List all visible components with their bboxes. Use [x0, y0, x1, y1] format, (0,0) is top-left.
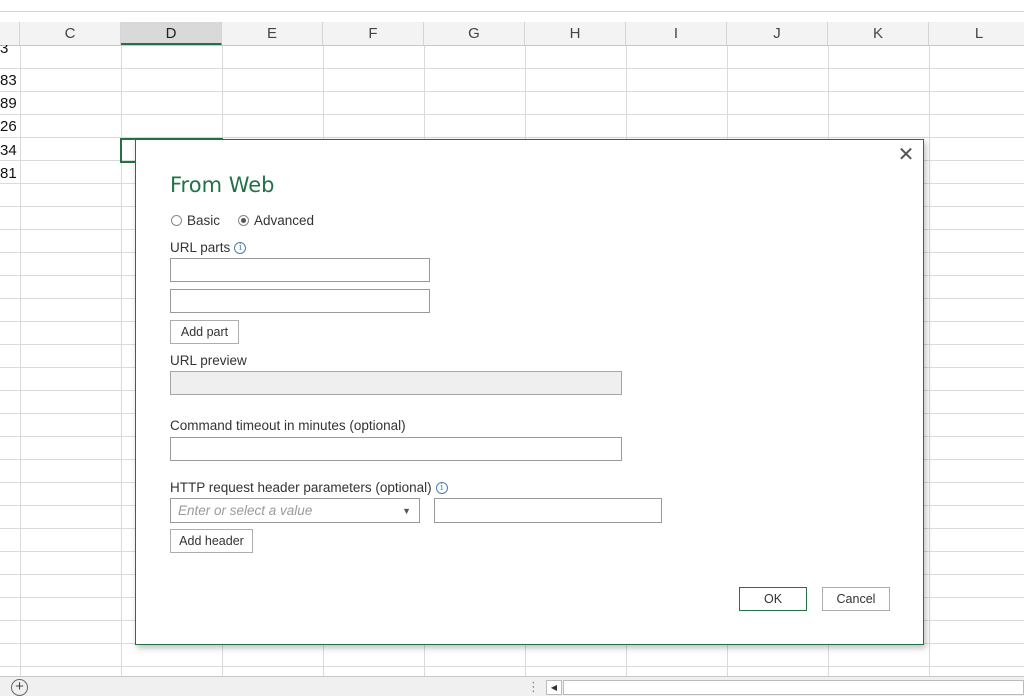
timeout-input[interactable] [170, 437, 622, 461]
cell-value: 26 [0, 118, 17, 135]
cell-value: 83 [0, 72, 17, 89]
radio-basic-indicator[interactable] [171, 214, 182, 226]
radio-advanced-indicator[interactable] [238, 214, 249, 226]
column-header-i[interactable]: I [626, 22, 727, 45]
radio-basic[interactable]: Basic [171, 211, 220, 229]
grid-line [0, 666, 1024, 667]
column-header-e[interactable]: E [222, 22, 323, 45]
add-header-button[interactable]: Add header [170, 529, 253, 553]
info-icon[interactable]: i [234, 242, 247, 255]
plus-circle-icon[interactable]: + [11, 679, 28, 696]
column-header-f[interactable]: F [323, 22, 424, 45]
radio-advanced[interactable]: Advanced [238, 211, 314, 229]
dialog-title: From Web [170, 173, 275, 197]
url-parts-label-row: URL parts i [170, 240, 247, 255]
add-part-button[interactable]: Add part [170, 320, 239, 344]
cell-value: 3 [0, 45, 9, 55]
column-header-row: C D E F G H I J K L [0, 22, 1024, 46]
grid-line [0, 114, 1024, 115]
column-header-d[interactable]: D [121, 22, 222, 45]
radio-advanced-label: Advanced [254, 212, 315, 228]
url-part-2-input[interactable] [170, 289, 430, 313]
cell-value: 81 [0, 165, 17, 182]
column-header-b-partial[interactable] [0, 22, 20, 45]
column-header-l[interactable]: L [929, 22, 1024, 45]
close-icon[interactable]: ✕ [896, 145, 916, 165]
grid-line [0, 68, 1024, 69]
info-icon[interactable]: i [435, 482, 448, 495]
horizontal-scrollbar[interactable] [563, 680, 1024, 695]
header-name-combobox[interactable]: Enter or select a value ▼ [170, 498, 420, 523]
ok-button[interactable]: OK [739, 587, 807, 611]
column-header-c[interactable]: C [20, 22, 121, 45]
ribbon-edge [0, 0, 1024, 12]
sheet-tab-bar: + ⋮ ◀ [0, 676, 1024, 696]
column-header-k[interactable]: K [828, 22, 929, 45]
grid-line [0, 91, 1024, 92]
splitter-grip-icon[interactable]: ⋮ [527, 679, 540, 695]
timeout-label: Command timeout in minutes (optional) [170, 418, 406, 433]
header-value-input[interactable] [434, 498, 662, 523]
column-header-h[interactable]: H [525, 22, 626, 45]
scroll-left-button[interactable]: ◀ [546, 680, 562, 695]
cell-value: 89 [0, 95, 17, 112]
url-preview-field [170, 371, 622, 395]
url-parts-label: URL parts [170, 240, 231, 255]
url-preview-label: URL preview [170, 353, 247, 368]
column-header-g[interactable]: G [424, 22, 525, 45]
chevron-down-icon[interactable]: ▼ [402, 503, 411, 519]
column-header-j[interactable]: J [727, 22, 828, 45]
grid-line [929, 46, 930, 676]
http-header-label-row: HTTP request header parameters (optional… [170, 480, 448, 495]
url-part-1-input[interactable] [170, 258, 430, 282]
from-web-dialog: ✕ From Web Basic Advanced URL parts i Add… [135, 139, 924, 645]
cancel-button[interactable]: Cancel [822, 587, 890, 611]
http-header-label: HTTP request header parameters (optional… [170, 480, 432, 495]
radio-basic-label: Basic [187, 212, 221, 228]
header-name-placeholder: Enter or select a value [178, 503, 313, 518]
cell-value: 34 [0, 142, 17, 159]
grid-line [20, 46, 21, 676]
